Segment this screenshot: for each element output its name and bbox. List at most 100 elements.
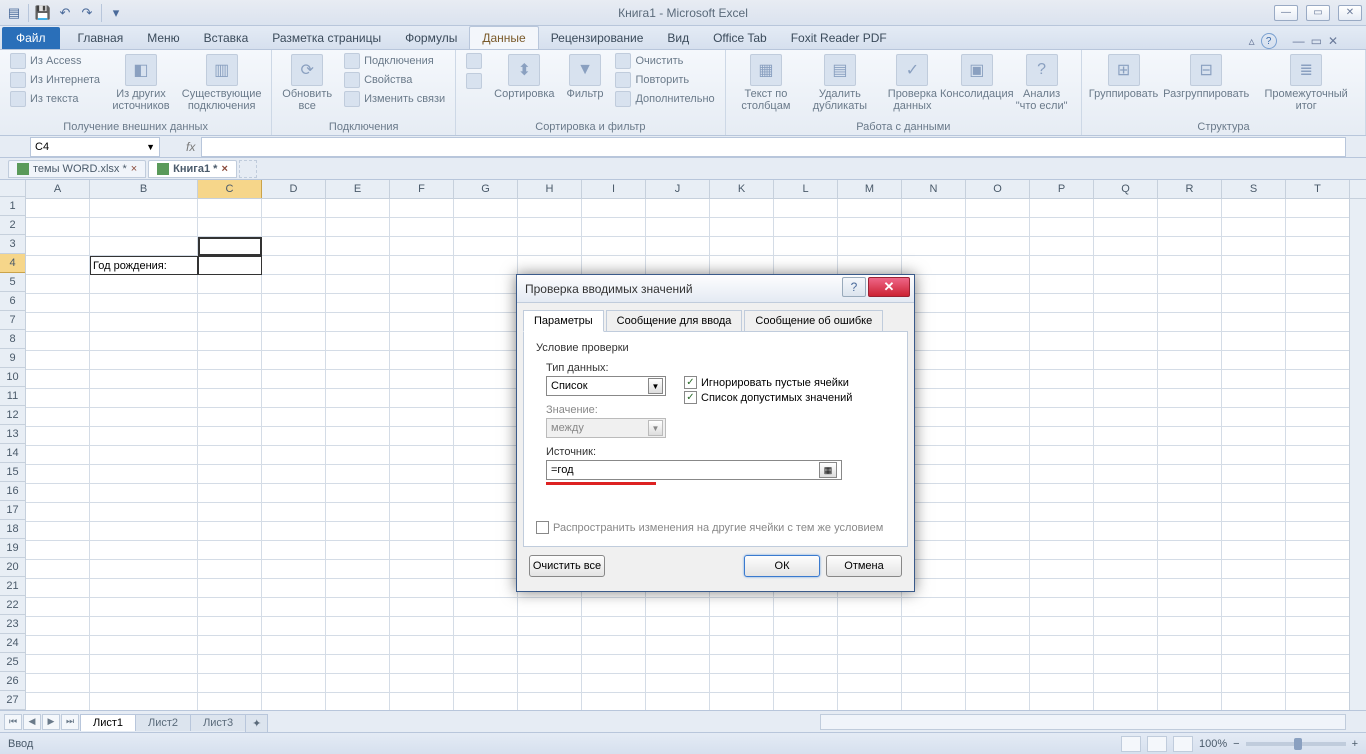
new-sheet-button[interactable]: ✦ <box>245 714 268 732</box>
cell[interactable] <box>710 617 774 636</box>
minimize-button[interactable]: — <box>1274 5 1298 21</box>
cell[interactable] <box>1094 655 1158 674</box>
cell[interactable] <box>198 636 262 655</box>
cell[interactable] <box>262 294 326 313</box>
cell[interactable] <box>1158 351 1222 370</box>
cell[interactable] <box>518 237 582 256</box>
column-header[interactable]: T <box>1286 180 1350 198</box>
cell[interactable] <box>26 579 90 598</box>
cell[interactable] <box>1286 351 1350 370</box>
cell[interactable] <box>326 275 390 294</box>
text-to-columns-button[interactable]: ▦Текст по столбцам <box>732 52 801 114</box>
cell[interactable] <box>966 389 1030 408</box>
help-icon[interactable]: ? <box>1261 33 1277 49</box>
cell[interactable] <box>262 446 326 465</box>
cell[interactable] <box>902 598 966 617</box>
remove-duplicates-button[interactable]: ▤Удалить дубликаты <box>804 52 875 114</box>
cell[interactable] <box>1286 674 1350 693</box>
cell[interactable] <box>902 237 966 256</box>
cell[interactable] <box>90 674 198 693</box>
cell[interactable] <box>454 275 518 294</box>
cell[interactable] <box>90 560 198 579</box>
cell[interactable] <box>1030 484 1094 503</box>
reapply-button[interactable]: Повторить <box>611 71 718 89</box>
cell[interactable] <box>966 636 1030 655</box>
cell[interactable] <box>1286 256 1350 275</box>
zoom-level[interactable]: 100% <box>1199 738 1227 750</box>
cell[interactable] <box>710 237 774 256</box>
cell[interactable] <box>26 218 90 237</box>
cell[interactable] <box>90 389 198 408</box>
cell[interactable] <box>1286 636 1350 655</box>
advanced-button[interactable]: Дополнительно <box>611 90 718 108</box>
cell[interactable] <box>966 674 1030 693</box>
cell[interactable] <box>646 237 710 256</box>
zoom-out-button[interactable]: − <box>1233 738 1239 750</box>
cell[interactable] <box>966 598 1030 617</box>
cell[interactable] <box>1094 636 1158 655</box>
cell[interactable] <box>326 503 390 522</box>
cell[interactable] <box>26 693 90 710</box>
cell[interactable] <box>198 541 262 560</box>
cell[interactable] <box>966 199 1030 218</box>
cell[interactable] <box>326 465 390 484</box>
row-header[interactable]: 11 <box>0 387 25 406</box>
cell[interactable] <box>454 541 518 560</box>
cell[interactable] <box>1030 465 1094 484</box>
cell[interactable] <box>582 693 646 710</box>
column-header[interactable]: A <box>26 180 90 198</box>
cell[interactable] <box>26 446 90 465</box>
row-header[interactable]: 27 <box>0 691 25 710</box>
cell[interactable] <box>1094 389 1158 408</box>
dialog-help-button[interactable]: ? <box>842 277 866 297</box>
cell[interactable] <box>1286 484 1350 503</box>
cell[interactable] <box>646 598 710 617</box>
cell[interactable] <box>1222 484 1286 503</box>
cell[interactable] <box>326 579 390 598</box>
save-icon[interactable]: 💾 <box>33 3 53 23</box>
cell[interactable] <box>390 275 454 294</box>
cell[interactable] <box>774 199 838 218</box>
cell[interactable] <box>262 522 326 541</box>
sort-asc-button[interactable] <box>462 52 486 70</box>
tab-pagelayout[interactable]: Разметка страницы <box>260 27 393 49</box>
cell[interactable] <box>1158 218 1222 237</box>
cell[interactable] <box>1158 598 1222 617</box>
cell[interactable] <box>518 199 582 218</box>
cell[interactable] <box>1286 541 1350 560</box>
cell[interactable] <box>966 484 1030 503</box>
cell[interactable] <box>262 503 326 522</box>
cell[interactable] <box>262 598 326 617</box>
cell[interactable] <box>966 408 1030 427</box>
name-box[interactable]: C4▼ <box>30 137 160 157</box>
cell[interactable] <box>454 465 518 484</box>
cell[interactable] <box>1222 332 1286 351</box>
cell[interactable] <box>262 617 326 636</box>
cell[interactable] <box>90 370 198 389</box>
cell[interactable] <box>902 655 966 674</box>
cell[interactable] <box>198 674 262 693</box>
source-input[interactable]: =год▦ <box>546 460 842 480</box>
cell[interactable] <box>1222 693 1286 710</box>
cell[interactable] <box>710 693 774 710</box>
column-header[interactable]: P <box>1030 180 1094 198</box>
cell[interactable] <box>1030 408 1094 427</box>
cell[interactable] <box>326 389 390 408</box>
cell[interactable] <box>1030 598 1094 617</box>
cell[interactable] <box>1094 218 1158 237</box>
cell[interactable] <box>646 693 710 710</box>
cell[interactable] <box>1286 313 1350 332</box>
cell[interactable] <box>774 674 838 693</box>
cell[interactable] <box>1030 199 1094 218</box>
clear-filter-button[interactable]: Очистить <box>611 52 718 70</box>
cell[interactable] <box>326 541 390 560</box>
what-if-button[interactable]: ?Анализ "что если" <box>1008 52 1075 114</box>
cell[interactable] <box>326 313 390 332</box>
cell[interactable] <box>710 256 774 275</box>
refresh-all-button[interactable]: ⟳Обновить все <box>278 52 336 114</box>
cell[interactable] <box>710 199 774 218</box>
cell[interactable] <box>1094 427 1158 446</box>
cell[interactable] <box>262 408 326 427</box>
cell[interactable] <box>390 560 454 579</box>
cell[interactable] <box>1158 693 1222 710</box>
